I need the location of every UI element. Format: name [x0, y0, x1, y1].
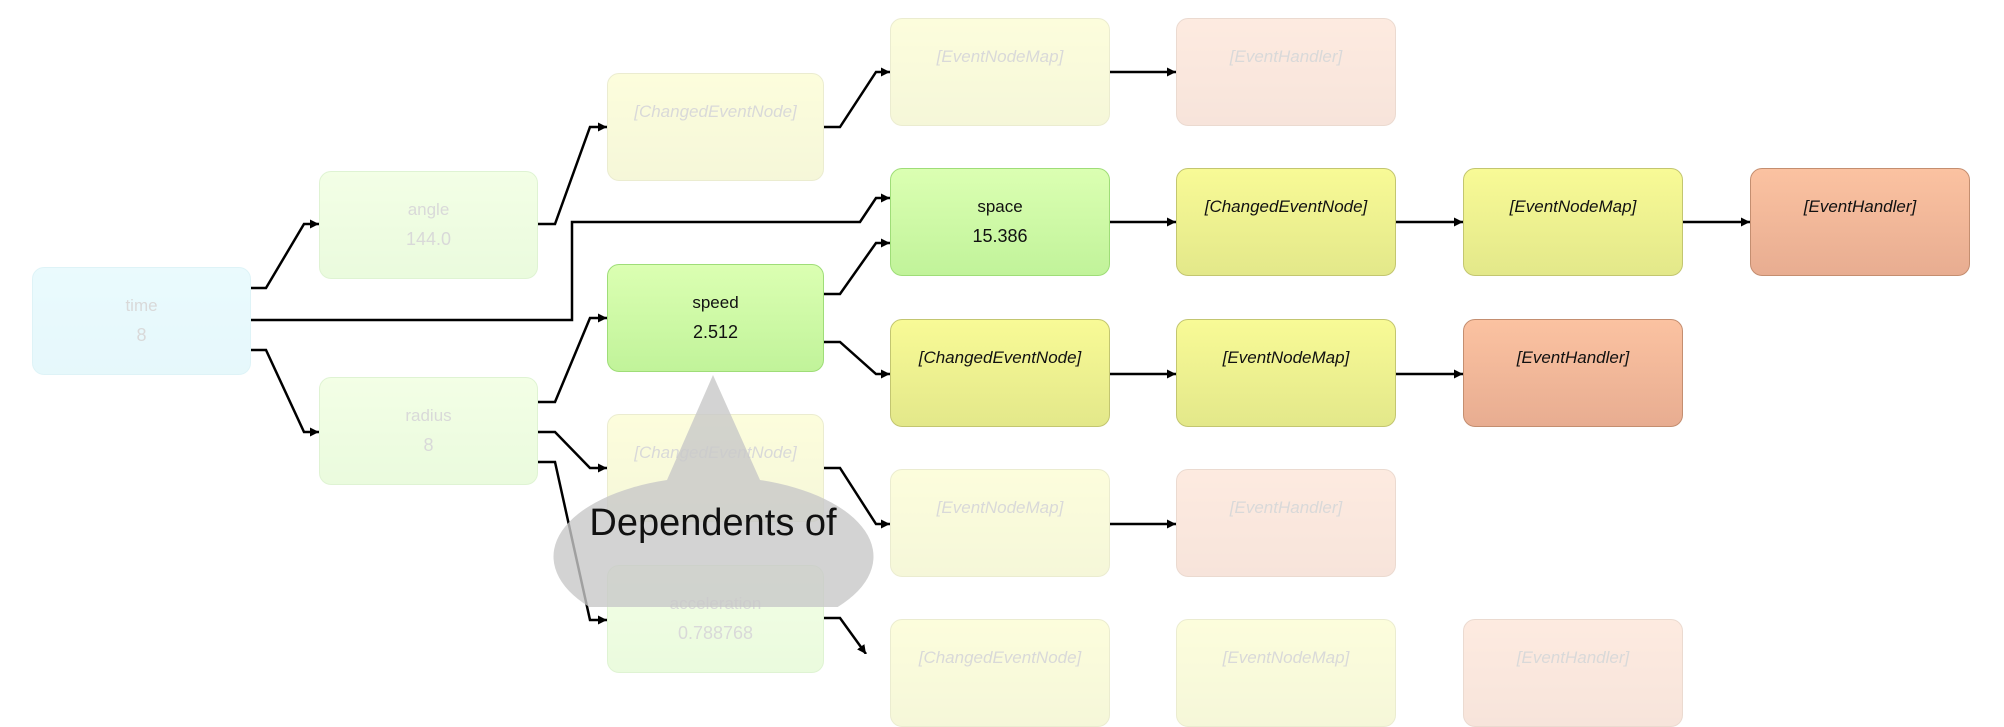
- node-label: radius: [405, 406, 452, 425]
- node-time: time 8: [32, 267, 251, 375]
- node-label: [EventHandler]: [1803, 197, 1917, 216]
- node-space-map: [EventNodeMap]: [1463, 168, 1683, 276]
- node-label: [EventNodeMap]: [936, 47, 1064, 66]
- edge-accel-changed: [824, 616, 868, 654]
- node-angle-map: [EventNodeMap]: [890, 18, 1110, 126]
- node-label: [EventNodeMap]: [1509, 197, 1637, 216]
- node-accel-handler: [EventHandler]: [1463, 619, 1683, 727]
- node-angle-handler: [EventHandler]: [1176, 18, 1396, 126]
- callout-text: Dependents of: [589, 502, 837, 544]
- node-space-changed: [ChangedEventNode]: [1176, 168, 1396, 276]
- edge-angle-changed-map: [824, 67, 890, 129]
- node-space-handler: [EventHandler]: [1750, 168, 1970, 276]
- node-value: 0.788768: [677, 623, 754, 643]
- node-value: 144.0: [405, 229, 452, 249]
- callout-bubble: [553, 375, 874, 607]
- edge-angle-changed: [538, 122, 607, 226]
- node-radius-map: [EventNodeMap]: [890, 469, 1110, 577]
- node-label: [ChangedEventNode]: [918, 348, 1082, 367]
- node-label: [EventHandler]: [1229, 47, 1343, 66]
- node-space: space 15.386: [890, 168, 1110, 276]
- node-value: 15.386: [972, 226, 1028, 246]
- node-label: [ChangedEventNode]: [918, 648, 1082, 667]
- node-label: [EventNodeMap]: [1222, 348, 1350, 367]
- node-label: [EventHandler]: [1516, 348, 1630, 367]
- node-speed: speed 2.512: [607, 264, 824, 372]
- node-label: [EventHandler]: [1516, 648, 1630, 667]
- node-label: [ChangedEventNode]: [1204, 197, 1368, 216]
- node-accel-changed: [ChangedEventNode]: [890, 619, 1110, 727]
- node-label: [EventNodeMap]: [1222, 648, 1350, 667]
- node-label: angle: [407, 200, 450, 219]
- node-speed-map: [EventNodeMap]: [1176, 319, 1396, 427]
- node-value: 8: [423, 435, 434, 455]
- node-value: 2.512: [692, 322, 739, 342]
- node-angle: angle 144.0: [319, 171, 538, 279]
- node-label: [ChangedEventNode]: [634, 102, 797, 121]
- node-label: space: [977, 197, 1023, 216]
- edge-speed-changed: [824, 340, 890, 379]
- node-radius-handler: [EventHandler]: [1176, 469, 1396, 577]
- edge-time-angle: [251, 219, 319, 290]
- edge-time-radius: [251, 348, 319, 437]
- node-accel-map: [EventNodeMap]: [1176, 619, 1396, 727]
- node-label: time: [125, 296, 158, 315]
- node-label: speed: [692, 293, 739, 312]
- node-speed-handler: [EventHandler]: [1463, 319, 1683, 427]
- node-speed-changed: [ChangedEventNode]: [890, 319, 1110, 427]
- node-value: 8: [136, 325, 147, 345]
- node-angle-changed: [ChangedEventNode]: [607, 73, 824, 181]
- node-label: [EventHandler]: [1229, 498, 1343, 517]
- node-radius: radius 8: [319, 377, 538, 485]
- edge-speed-space: [824, 238, 890, 296]
- node-label: [EventNodeMap]: [936, 498, 1064, 517]
